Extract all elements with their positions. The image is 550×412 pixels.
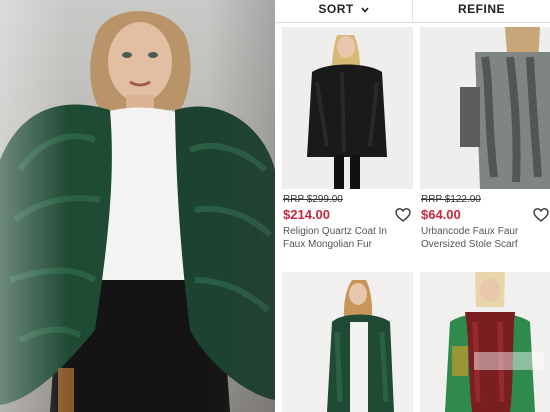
product-name[interactable]: Urbancode Faux Faur Oversized Stole Scar… — [421, 225, 549, 251]
refine-label: REFINE — [457, 2, 505, 16]
street-background — [0, 0, 275, 412]
product-name[interactable]: Religion Quartz Coat In Faux Mongolian F… — [283, 225, 411, 251]
product-image[interactable] — [282, 27, 413, 189]
product-photo-grey-stole — [420, 27, 550, 189]
sale-price: $214.00 — [283, 207, 330, 222]
chevron-down-icon — [360, 7, 369, 13]
heart-outline-icon[interactable] — [395, 207, 411, 223]
sort-button[interactable]: SORT — [275, 0, 412, 22]
toolbar: SORT REFINE — [275, 0, 550, 23]
sort-label: SORT — [318, 2, 354, 16]
editorial-photo — [0, 0, 275, 412]
heart-outline-icon[interactable] — [533, 207, 549, 223]
rrp-price: RRP $122.00 — [421, 194, 481, 205]
refine-button[interactable]: REFINE — [412, 0, 550, 22]
product-photo-black-coat — [282, 27, 413, 189]
product-image[interactable] — [282, 272, 413, 412]
product-photo-green-coat — [282, 272, 413, 412]
sale-price: $64.00 — [421, 207, 461, 222]
rrp-price: RRP $299.00 — [283, 194, 343, 205]
product-image[interactable] — [420, 27, 550, 189]
watermark-logo — [452, 346, 544, 376]
